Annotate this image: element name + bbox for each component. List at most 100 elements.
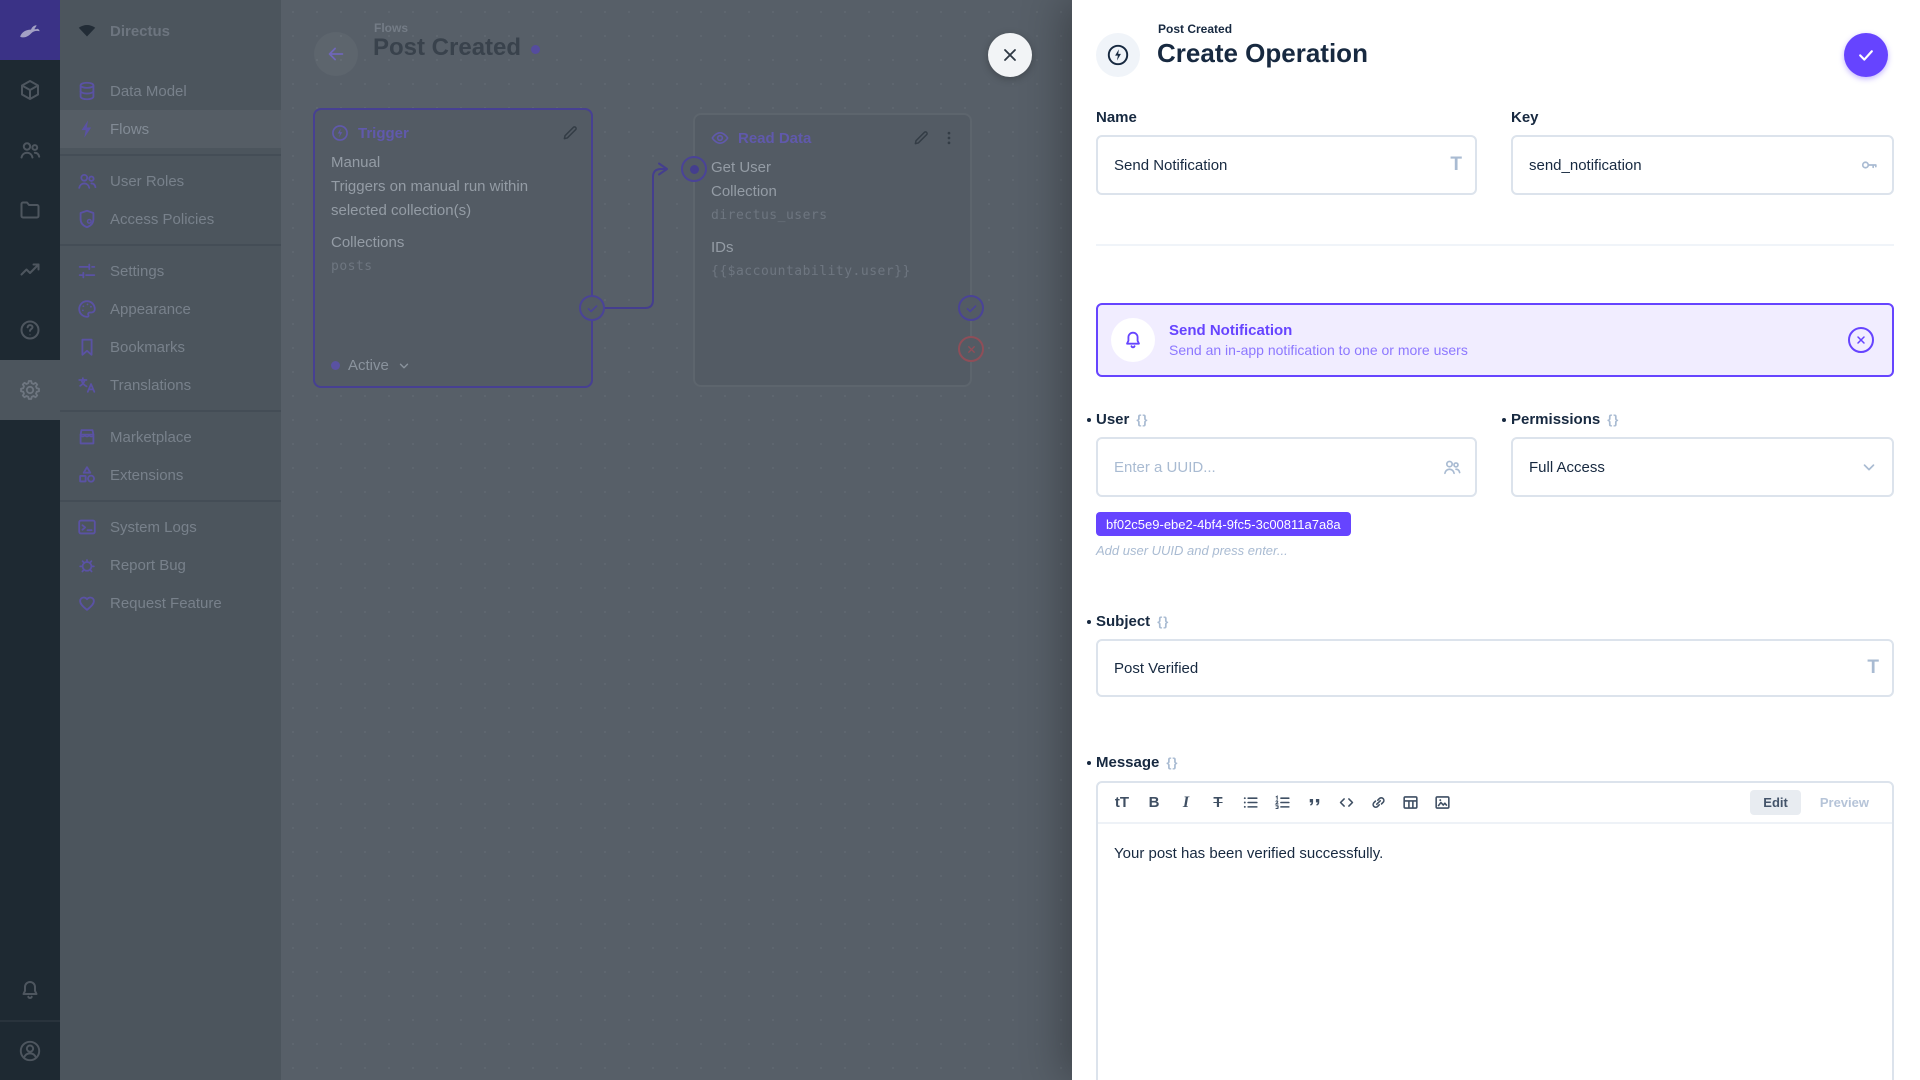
sidebar-item-appearance[interactable]: Appearance: [60, 290, 281, 328]
section-divider: [1096, 244, 1894, 246]
read-collection-value: directus_users: [711, 204, 954, 228]
bold-icon[interactable]: B: [1140, 789, 1168, 817]
banner-title: Send Notification: [1169, 321, 1468, 341]
project-header[interactable]: Directus: [60, 0, 281, 62]
read-input-node[interactable]: [681, 156, 707, 182]
read-reject-node[interactable]: [958, 336, 984, 362]
account-avatar-icon[interactable]: [0, 1020, 60, 1080]
module-users-icon[interactable]: [0, 120, 60, 180]
bug-icon: [76, 554, 98, 576]
trigger-description: Triggers on manual run within selected c…: [331, 175, 575, 223]
trigger-collections-label: Collections: [331, 231, 575, 255]
braces-icon: {}: [1166, 755, 1178, 770]
close-drawer-button[interactable]: [988, 33, 1032, 77]
read-ids-value: {{$accountability.user}}: [711, 260, 954, 284]
key-icon: [1859, 155, 1879, 175]
edit-pencil-icon[interactable]: [912, 129, 930, 147]
link-icon[interactable]: [1364, 789, 1392, 817]
user-field: [1096, 437, 1477, 497]
read-data-panel[interactable]: Read Data Get User Collection directus_u…: [693, 113, 972, 387]
message-textarea[interactable]: Your post has been verified successfully…: [1098, 824, 1892, 883]
user-roles-icon: [76, 170, 98, 192]
operation-header-icon: [1096, 33, 1140, 77]
translate-icon: [76, 374, 98, 396]
sidebar-item-bookmarks[interactable]: Bookmarks: [60, 328, 281, 366]
back-button[interactable]: [314, 32, 358, 76]
directus-logo[interactable]: [0, 0, 60, 60]
image-icon[interactable]: [1428, 789, 1456, 817]
trigger-panel[interactable]: Trigger Manual Triggers on manual run wi…: [313, 108, 593, 388]
module-insights-icon[interactable]: [0, 240, 60, 300]
name-label: Name: [1096, 109, 1137, 126]
module-files-icon[interactable]: [0, 180, 60, 240]
tune-icon: [76, 260, 98, 282]
close-icon: [1000, 45, 1020, 65]
permissions-label: Permissions {}: [1511, 411, 1619, 428]
italic-icon[interactable]: I: [1172, 789, 1200, 817]
deselect-operation-button[interactable]: [1848, 327, 1874, 353]
preview-tab[interactable]: Preview: [1807, 790, 1882, 815]
canvas-breadcrumb[interactable]: Flows: [374, 21, 408, 35]
edit-tab[interactable]: Edit: [1750, 790, 1801, 815]
notifications-bell-icon[interactable]: [0, 960, 60, 1020]
sidebar-item-user-roles[interactable]: User Roles: [60, 162, 281, 200]
sidebar-item-data-model[interactable]: Data Model: [60, 72, 281, 110]
module-content-icon[interactable]: [0, 60, 60, 120]
bolt-icon: [76, 118, 98, 140]
bolt-circle-icon: [330, 123, 350, 143]
module-settings-icon[interactable]: [0, 360, 60, 420]
app-screen: Flows Post Created Trigger Manual Trigge…: [0, 0, 1920, 1080]
save-button[interactable]: [1844, 33, 1888, 77]
heading-icon[interactable]: tT: [1108, 789, 1136, 817]
read-panel-title: Read Data: [738, 130, 811, 147]
sidebar-item-extensions[interactable]: Extensions: [60, 456, 281, 494]
subject-label: Subject {}: [1096, 613, 1169, 630]
type-text-icon: T: [1450, 154, 1462, 176]
kebab-menu-icon[interactable]: [940, 129, 958, 147]
ordered-list-icon[interactable]: [1268, 789, 1296, 817]
status-dot: [331, 361, 340, 370]
user-uuid-chip[interactable]: bf02c5e9-ebe2-4bf4-9fc5-3c00811a7a8a: [1096, 512, 1351, 536]
name-input[interactable]: [1098, 137, 1475, 193]
sidebar-item-request-feature[interactable]: Request Feature: [60, 584, 281, 622]
trigger-collections-value: posts: [331, 255, 575, 279]
subject-input[interactable]: [1098, 641, 1892, 695]
check-icon: [1856, 45, 1876, 65]
sidebar-item-translations[interactable]: Translations: [60, 366, 281, 404]
flow-title: Post Created: [373, 34, 540, 62]
trigger-type: Manual: [331, 151, 575, 175]
key-field: [1511, 135, 1894, 195]
user-helper-text: Add user UUID and press enter...: [1096, 543, 1288, 558]
module-help-icon[interactable]: [0, 300, 60, 360]
sidebar-item-report-bug[interactable]: Report Bug: [60, 546, 281, 584]
markdown-toolbar: tT B I T: [1098, 783, 1892, 824]
sidebar-item-access-policies[interactable]: Access Policies: [60, 200, 281, 238]
type-text-icon: T: [1867, 657, 1879, 679]
shapes-icon: [76, 464, 98, 486]
permissions-select[interactable]: Full Access: [1511, 437, 1894, 497]
braces-icon: {}: [1136, 412, 1148, 427]
bookmark-icon: [76, 336, 98, 358]
read-resolve-node[interactable]: [958, 295, 984, 321]
code-icon[interactable]: [1332, 789, 1360, 817]
user-uuid-input[interactable]: [1098, 439, 1475, 495]
sidebar-item-system-logs[interactable]: System Logs: [60, 508, 281, 546]
user-label: User {}: [1096, 411, 1148, 428]
strikethrough-icon[interactable]: T: [1204, 789, 1232, 817]
edit-pencil-icon[interactable]: [561, 124, 579, 142]
drawer-breadcrumb: Post Created: [1158, 22, 1232, 36]
message-label: Message {}: [1096, 754, 1179, 771]
sidebar-item-flows[interactable]: Flows: [60, 110, 281, 148]
blockquote-icon[interactable]: [1300, 789, 1328, 817]
terminal-icon: [76, 516, 98, 538]
trigger-resolve-node[interactable]: [579, 295, 605, 321]
operation-type-banner[interactable]: Send Notification Send an in-app notific…: [1096, 303, 1894, 377]
table-icon[interactable]: [1396, 789, 1424, 817]
flow-status-toggle[interactable]: Active: [331, 357, 411, 374]
sidebar-item-settings[interactable]: Settings: [60, 252, 281, 290]
bullet-list-icon[interactable]: [1236, 789, 1264, 817]
key-input[interactable]: [1513, 137, 1892, 193]
sidebar-item-marketplace[interactable]: Marketplace: [60, 418, 281, 456]
nav-list: Data Model Flows User Roles Access Polic…: [60, 62, 281, 622]
unsaved-dot: [531, 45, 540, 54]
